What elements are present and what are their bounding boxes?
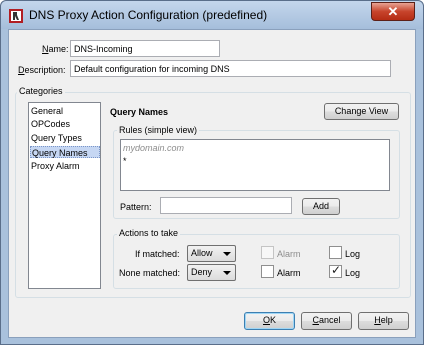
- category-item-proxy-alarm[interactable]: Proxy Alarm: [30, 160, 100, 172]
- name-label: Name:: [42, 44, 69, 54]
- title-bar[interactable]: DNS Proxy Action Configuration (predefin…: [1, 1, 423, 29]
- if-matched-log-label: Log: [345, 249, 361, 259]
- rule-item[interactable]: mydomain.com: [123, 143, 184, 153]
- ok-button[interactable]: OK: [244, 312, 295, 330]
- none-matched-alarm-label: Alarm: [277, 268, 301, 278]
- if-matched-value: Allow: [191, 248, 213, 258]
- change-view-button[interactable]: Change View: [324, 103, 399, 120]
- none-matched-label: None matched:: [119, 268, 181, 278]
- close-icon: ✕: [387, 4, 399, 19]
- add-button[interactable]: Add: [302, 198, 340, 215]
- firebox-app-icon: [9, 9, 23, 23]
- dialog-window: DNS Proxy Action Configuration (predefin…: [0, 0, 424, 345]
- actions-title: Actions to take: [117, 228, 181, 238]
- if-matched-log-checkbox[interactable]: [329, 246, 342, 259]
- if-matched-alarm-label: Alarm: [277, 249, 301, 259]
- panel-heading: Query Names: [110, 107, 169, 117]
- none-matched-log-label: Log: [345, 268, 361, 278]
- name-value: DNS-Incoming: [74, 44, 133, 54]
- none-matched-value: Deny: [191, 267, 213, 277]
- close-button[interactable]: ✕: [371, 2, 415, 21]
- chevron-down-icon: [223, 271, 231, 275]
- actions-group: [113, 234, 400, 289]
- description-value: Default configuration for incoming DNS: [74, 64, 230, 74]
- category-item-query-names[interactable]: Query Names: [30, 146, 100, 158]
- dialog-body: Name: DNS-Incoming Description: Default …: [8, 29, 416, 338]
- if-matched-select[interactable]: Allow: [187, 245, 236, 262]
- rule-item[interactable]: *: [123, 156, 127, 166]
- chevron-down-icon: [223, 252, 231, 256]
- category-item-query-types[interactable]: Query Types: [30, 132, 100, 144]
- categories-list[interactable]: General OPCodes Query Types Query Names …: [28, 102, 101, 289]
- checkmark-icon: ✓: [331, 263, 342, 277]
- rules-title: Rules (simple view): [117, 125, 200, 135]
- if-matched-label: If matched:: [135, 249, 180, 259]
- none-matched-alarm-checkbox[interactable]: [261, 265, 274, 278]
- pattern-input[interactable]: [160, 197, 292, 214]
- pattern-label: Pattern:: [120, 202, 152, 212]
- if-matched-alarm-checkbox: [261, 246, 274, 259]
- description-field[interactable]: Default configuration for incoming DNS: [70, 60, 391, 77]
- description-label: Description:: [18, 65, 66, 75]
- window-title: DNS Proxy Action Configuration (predefin…: [29, 8, 268, 22]
- cancel-button[interactable]: Cancel: [301, 312, 352, 330]
- category-item-opcodes[interactable]: OPCodes: [30, 118, 100, 130]
- name-field[interactable]: DNS-Incoming: [70, 40, 220, 57]
- help-button[interactable]: Help: [358, 312, 409, 330]
- rules-list[interactable]: mydomain.com *: [120, 139, 390, 191]
- none-matched-select[interactable]: Deny: [187, 264, 236, 281]
- none-matched-log-checkbox[interactable]: ✓: [329, 263, 342, 278]
- categories-title: Categories: [17, 86, 65, 96]
- category-item-general[interactable]: General: [30, 105, 100, 117]
